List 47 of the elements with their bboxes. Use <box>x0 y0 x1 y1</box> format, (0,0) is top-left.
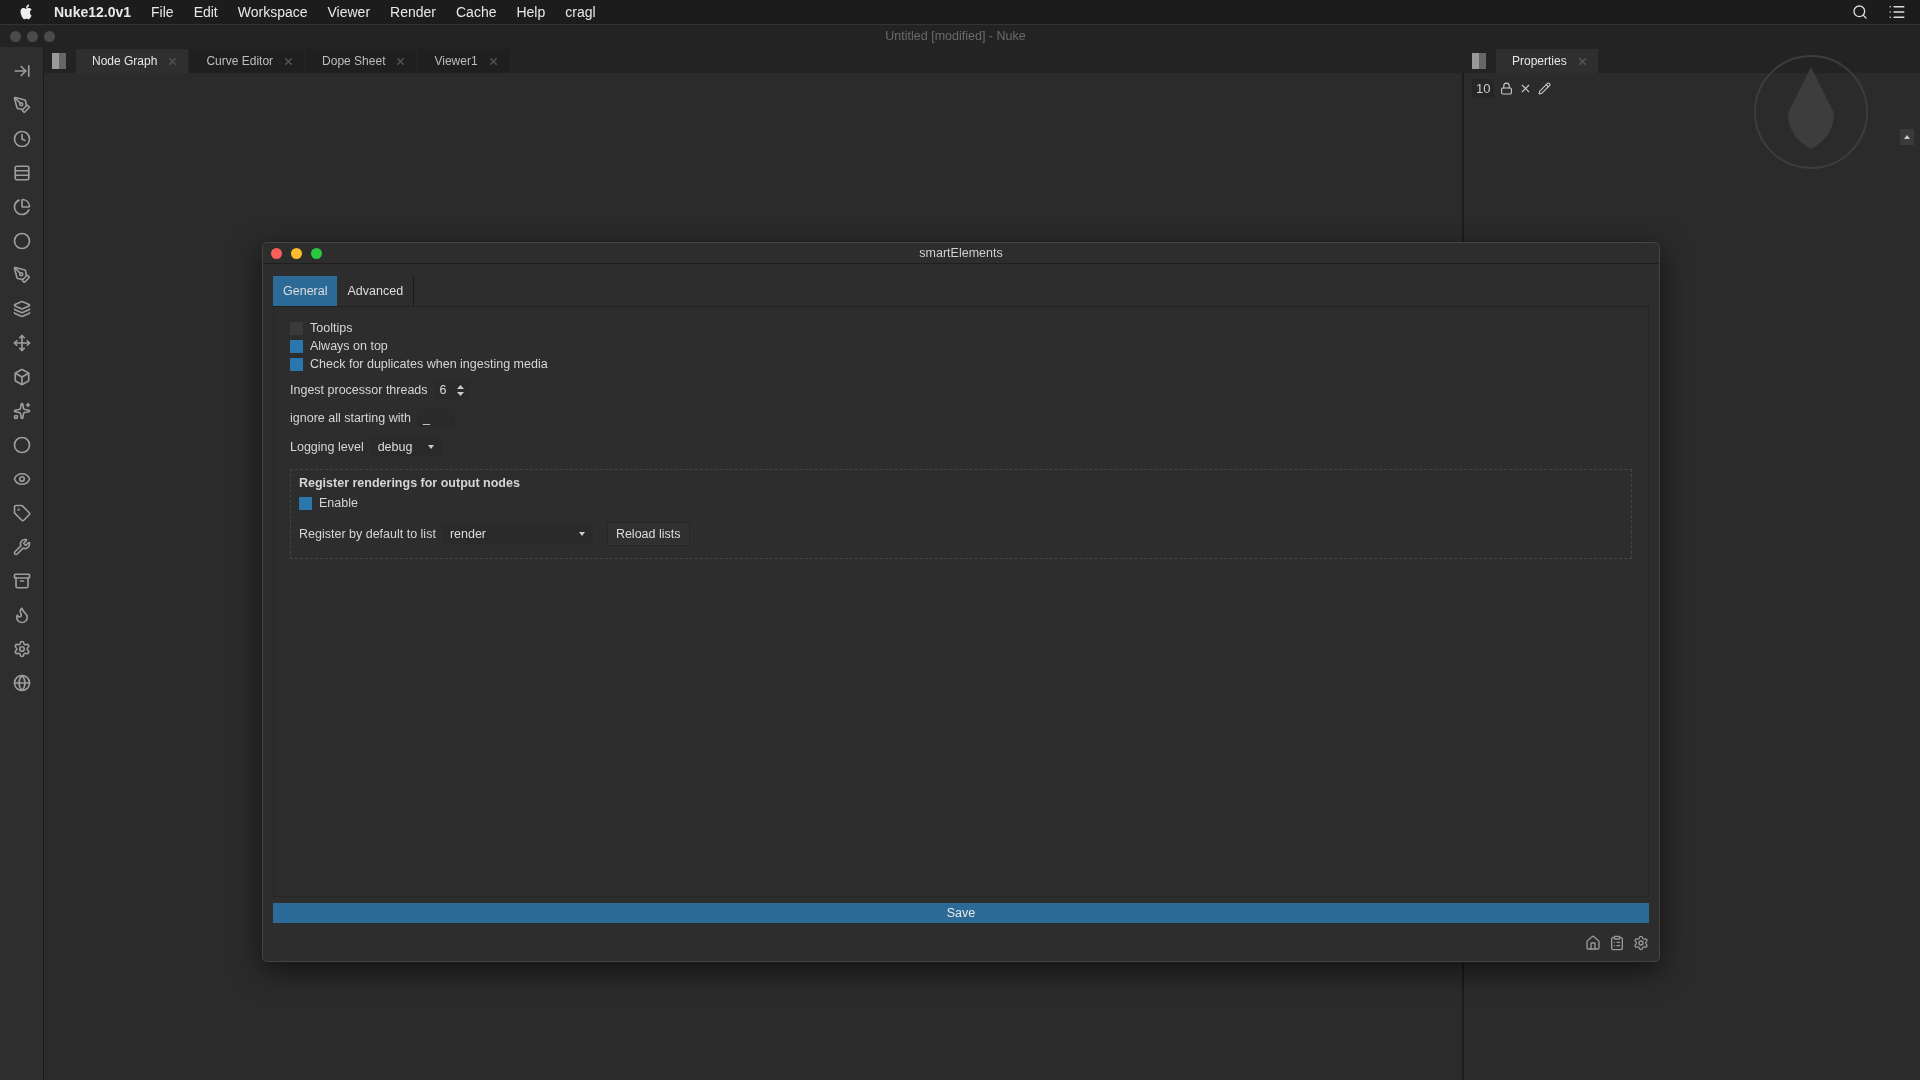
menu-item[interactable]: File <box>151 4 174 20</box>
close-dot[interactable] <box>10 30 21 42</box>
checkbox[interactable] <box>299 496 312 510</box>
reload-button[interactable]: Reload lists <box>606 522 690 546</box>
checkbox-label: Always on top <box>310 339 388 353</box>
field-label: Ingest processor threads <box>290 383 428 397</box>
menu-item[interactable]: Viewer <box>327 4 371 20</box>
field-label: ignore all starting with <box>290 411 411 425</box>
panel-tab[interactable]: Dope Sheet <box>306 49 417 73</box>
dialog-title: smartElements <box>918 246 1004 260</box>
menu-item[interactable]: Edit <box>193 4 218 20</box>
menu-item[interactable]: Cache <box>456 4 497 20</box>
field-label: Logging level <box>290 440 364 454</box>
max-panels-field[interactable]: 10 <box>1472 79 1495 98</box>
zoom-dot[interactable] <box>311 247 322 259</box>
menu-item[interactable]: Render <box>390 4 436 20</box>
close-dot[interactable] <box>271 247 282 259</box>
list-icon[interactable] <box>1888 3 1906 21</box>
minimize-dot[interactable] <box>27 30 38 42</box>
scroll-up-button[interactable] <box>1900 129 1914 145</box>
save-button[interactable]: Save <box>273 903 1649 923</box>
menu-item[interactable]: Help <box>516 4 546 20</box>
field-label: Register by default to list <box>299 527 436 541</box>
panel-tab[interactable]: Curve Editor <box>190 49 305 73</box>
checkbox-label: Enable <box>319 496 358 510</box>
search-icon[interactable] <box>1852 4 1868 20</box>
window-title: Untitled [modified] - Nuke <box>884 29 1027 43</box>
panel-tab[interactable]: Viewer1 <box>418 49 509 73</box>
clipboard-icon[interactable] <box>1609 935 1625 951</box>
checkbox-label: Check for duplicates when ingesting media <box>310 357 548 371</box>
home-icon[interactable] <box>1585 935 1601 951</box>
checkbox-label: Tooltips <box>310 321 353 335</box>
pencil-icon[interactable] <box>1538 82 1552 95</box>
menu-item[interactable]: Workspace <box>237 4 308 20</box>
minimize-dot[interactable] <box>291 247 302 259</box>
lock-icon[interactable] <box>1500 82 1514 95</box>
apple-icon[interactable] <box>20 4 34 20</box>
checkbox[interactable] <box>290 357 303 371</box>
settings-icon[interactable] <box>1633 935 1649 951</box>
checkbox[interactable] <box>290 339 303 353</box>
dialog-tab[interactable]: General <box>273 276 338 306</box>
zoom-dot[interactable] <box>44 30 55 42</box>
group-title: Register renderings for output nodes <box>299 476 521 490</box>
panel-tab[interactable]: Node Graph <box>76 49 189 73</box>
app-name[interactable]: Nuke12.0v1 <box>54 4 132 20</box>
panel-tab[interactable]: Properties <box>1496 49 1598 73</box>
menu-item[interactable]: cragl <box>565 4 596 20</box>
